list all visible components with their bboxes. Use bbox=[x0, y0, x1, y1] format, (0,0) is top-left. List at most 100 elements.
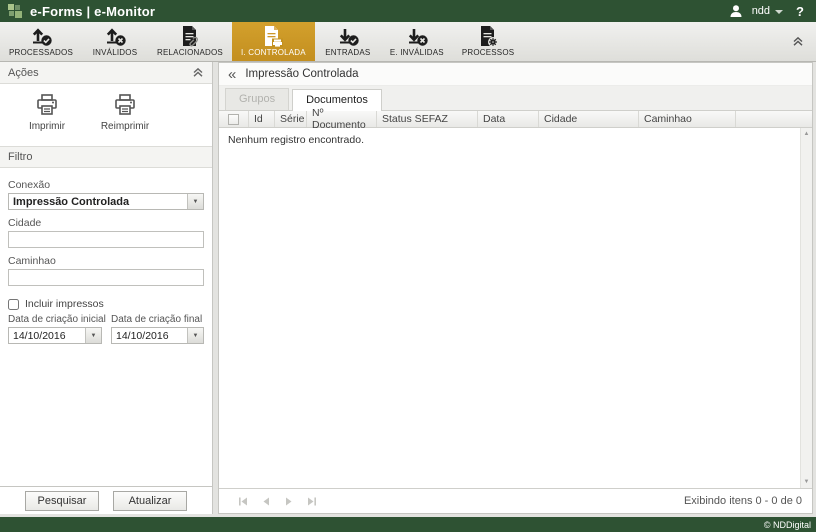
sidebar: Ações Imprimir bbox=[0, 62, 213, 514]
doc-printer-icon bbox=[261, 25, 285, 47]
tab-bar: Grupos Documentos bbox=[219, 86, 812, 111]
doc-download-check-icon bbox=[336, 25, 360, 47]
filter-body: Conexão Impressão Controlada ▼ Cidade Ca… bbox=[0, 168, 212, 486]
select-all-cell bbox=[219, 111, 249, 127]
toolbar-item-processos[interactable]: PROCESSOS bbox=[453, 22, 523, 61]
data-final-field: Data de criação final 14/10/2016 ▼ bbox=[111, 314, 204, 344]
doc-upload-error-icon bbox=[103, 25, 127, 47]
incluir-impressos-label: Incluir impressos bbox=[25, 298, 104, 310]
footer-copyright: © NDDigital bbox=[764, 520, 811, 530]
imprimir-label: Imprimir bbox=[29, 121, 65, 132]
column-header-id[interactable]: Id bbox=[249, 111, 275, 127]
doc-download-error-icon bbox=[405, 25, 429, 47]
data-inicial-picker[interactable]: 14/10/2016 ▼ bbox=[8, 327, 102, 344]
data-final-label: Data de criação final bbox=[111, 314, 204, 325]
actions-section-header: Ações bbox=[0, 62, 212, 84]
scroll-down-icon[interactable]: ▼ bbox=[804, 479, 810, 485]
data-inicial-label: Data de criação inicial bbox=[8, 314, 102, 325]
toolbar-item-relacionados[interactable]: RELACIONADOS bbox=[148, 22, 232, 61]
empty-message: Nenhum registro encontrado. bbox=[219, 128, 812, 152]
caminhao-label: Caminhao bbox=[8, 255, 204, 267]
user-name: ndd bbox=[752, 5, 770, 17]
actions-section-title: Ações bbox=[8, 67, 39, 79]
app-title: e-Forms | e-Monitor bbox=[30, 4, 155, 19]
reimprimir-button[interactable]: Reimprimir bbox=[86, 93, 164, 132]
top-bar: e-Forms | e-Monitor ndd ? bbox=[0, 0, 816, 22]
last-page-icon[interactable] bbox=[307, 497, 317, 506]
vertical-scrollbar[interactable]: ▲ ▼ bbox=[800, 128, 812, 488]
data-final-picker[interactable]: 14/10/2016 ▼ bbox=[111, 327, 204, 344]
content-area: Ações Imprimir bbox=[0, 62, 816, 517]
breadcrumb: « Impressão Controlada bbox=[219, 63, 812, 86]
footer-bar: © NDDigital bbox=[0, 517, 816, 532]
chevron-double-up-icon[interactable] bbox=[192, 67, 204, 78]
toolbar-item-invalidos[interactable]: INVÁLIDOS bbox=[82, 22, 148, 61]
column-header-status-sefaz[interactable]: Status SEFAZ bbox=[377, 111, 478, 127]
sidebar-footer: Pesquisar Atualizar bbox=[0, 486, 212, 514]
toolbar-item-label: RELACIONADOS bbox=[157, 48, 223, 57]
main-toolbar: PROCESSADOS INVÁLIDOS RELACIONADOS bbox=[0, 22, 816, 62]
column-header-caminhao[interactable]: Caminhao bbox=[639, 111, 736, 127]
conexao-select[interactable]: Impressão Controlada ▼ bbox=[8, 193, 204, 210]
chevron-down-icon bbox=[775, 10, 783, 14]
collapse-left-icon[interactable]: « bbox=[228, 67, 236, 82]
next-page-icon[interactable] bbox=[284, 497, 294, 506]
incluir-impressos-checkbox[interactable] bbox=[8, 299, 19, 310]
user-menu[interactable]: ndd bbox=[752, 5, 783, 17]
column-header-num-documento[interactable]: Nº Documento bbox=[307, 111, 377, 127]
doc-gear-icon bbox=[476, 25, 500, 47]
toolbar-item-label: INVÁLIDOS bbox=[93, 48, 137, 57]
doc-upload-check-icon bbox=[29, 25, 53, 47]
app-logo-icon bbox=[8, 4, 23, 19]
pagination-bar: Exibindo itens 0 - 0 de 0 bbox=[219, 488, 812, 513]
doc-paperclip-icon bbox=[178, 25, 202, 47]
conexao-value: Impressão Controlada bbox=[9, 196, 187, 208]
printer-icon bbox=[34, 93, 60, 117]
toolbar-item-i-controlada[interactable]: I. CONTROLADA bbox=[232, 22, 315, 61]
reimprimir-label: Reimprimir bbox=[101, 121, 149, 132]
toolbar-item-entradas[interactable]: ENTRADAS bbox=[315, 22, 381, 61]
pager-status: Exibindo itens 0 - 0 de 0 bbox=[684, 495, 802, 507]
column-header-serie[interactable]: Série bbox=[275, 111, 307, 127]
printer-icon bbox=[112, 93, 138, 117]
filter-section-title: Filtro bbox=[8, 151, 32, 163]
toolbar-collapse-icon[interactable] bbox=[792, 36, 804, 47]
select-all-checkbox[interactable] bbox=[228, 114, 239, 125]
first-page-icon[interactable] bbox=[238, 497, 248, 506]
table-body: Nenhum registro encontrado. ▲ ▼ bbox=[219, 128, 812, 488]
chevron-down-icon[interactable]: ▼ bbox=[187, 194, 203, 209]
user-icon bbox=[729, 4, 743, 18]
data-final-value: 14/10/2016 bbox=[112, 330, 187, 342]
column-header-filler bbox=[736, 111, 812, 127]
incluir-impressos-row: Incluir impressos bbox=[8, 298, 204, 310]
toolbar-item-processados[interactable]: PROCESSADOS bbox=[0, 22, 82, 61]
pesquisar-button[interactable]: Pesquisar bbox=[25, 491, 99, 511]
data-inicial-field: Data de criação inicial 14/10/2016 ▼ bbox=[8, 314, 102, 344]
conexao-label: Conexão bbox=[8, 179, 204, 191]
date-range-row: Data de criação inicial 14/10/2016 ▼ Dat… bbox=[8, 314, 204, 344]
table-header: Id Série Nº Documento Status SEFAZ Data … bbox=[219, 111, 812, 128]
actions-row: Imprimir Reimprimir bbox=[0, 84, 212, 146]
chevron-down-icon[interactable]: ▼ bbox=[85, 328, 101, 343]
cidade-input[interactable] bbox=[8, 231, 204, 248]
toolbar-item-label: E. INVÁLIDAS bbox=[390, 48, 444, 57]
toolbar-item-label: ENTRADAS bbox=[325, 48, 370, 57]
imprimir-button[interactable]: Imprimir bbox=[8, 93, 86, 132]
column-header-cidade[interactable]: Cidade bbox=[539, 111, 639, 127]
toolbar-item-e-invalidas[interactable]: E. INVÁLIDAS bbox=[381, 22, 453, 61]
help-button[interactable]: ? bbox=[792, 4, 808, 19]
prev-page-icon[interactable] bbox=[261, 497, 271, 506]
cidade-label: Cidade bbox=[8, 217, 204, 229]
filter-section-header: Filtro bbox=[0, 146, 212, 168]
data-inicial-value: 14/10/2016 bbox=[9, 330, 85, 342]
toolbar-item-label: I. CONTROLADA bbox=[241, 48, 306, 57]
page-title: Impressão Controlada bbox=[245, 68, 358, 80]
main-panel: « Impressão Controlada Grupos Documentos… bbox=[218, 62, 813, 514]
atualizar-button[interactable]: Atualizar bbox=[113, 491, 187, 511]
chevron-down-icon[interactable]: ▼ bbox=[187, 328, 203, 343]
toolbar-item-label: PROCESSADOS bbox=[9, 48, 73, 57]
caminhao-input[interactable] bbox=[8, 269, 204, 286]
scroll-up-icon[interactable]: ▲ bbox=[804, 131, 810, 137]
column-header-data[interactable]: Data bbox=[478, 111, 539, 127]
tab-grupos[interactable]: Grupos bbox=[225, 88, 289, 110]
